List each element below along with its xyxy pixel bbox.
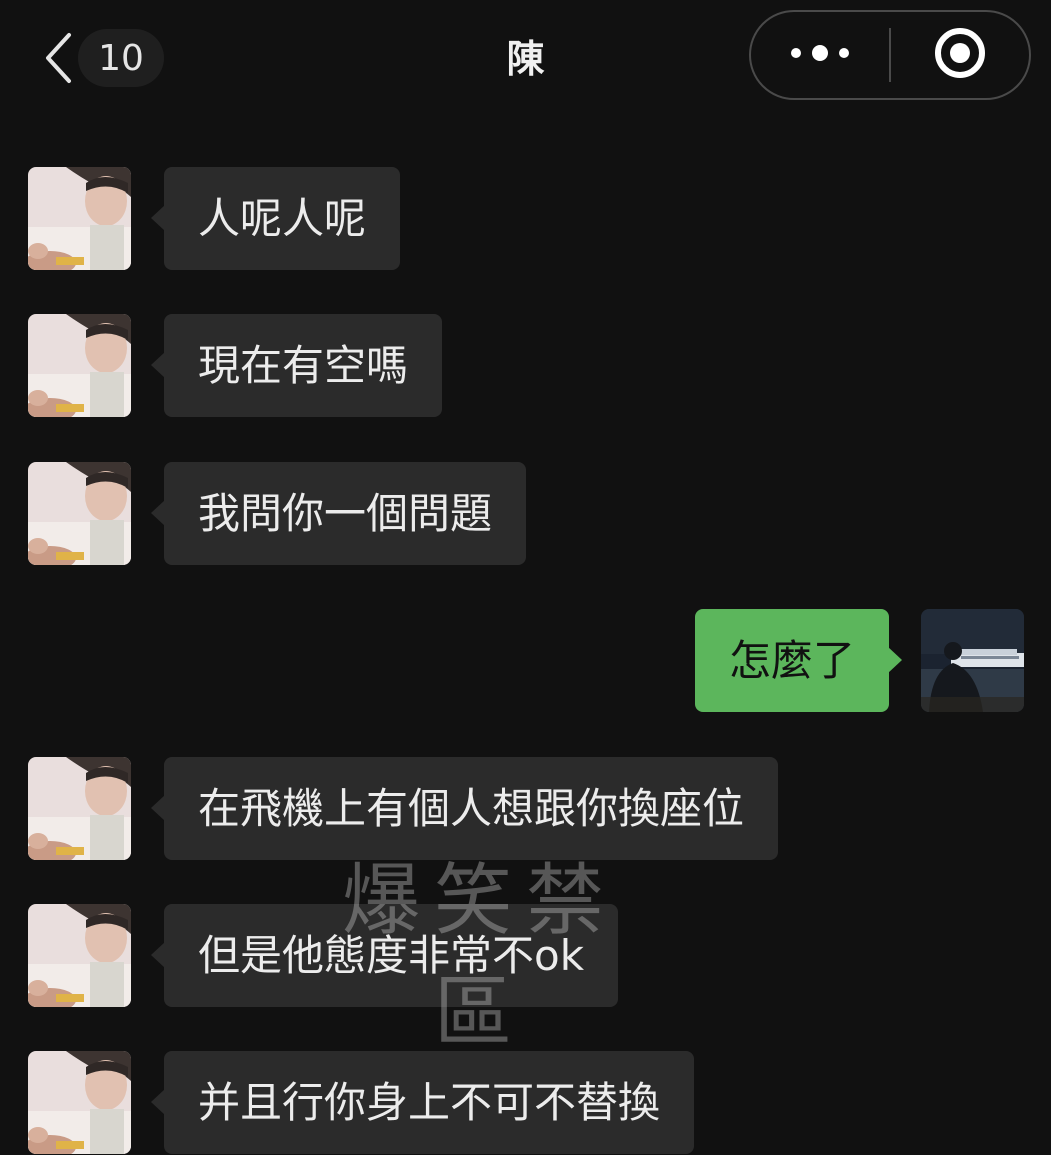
message-bubble[interactable]: 人呢人呢 <box>150 167 401 270</box>
close-button[interactable] <box>891 12 1029 98</box>
target-close-icon <box>932 25 988 85</box>
my-avatar[interactable] <box>921 609 1024 712</box>
message-row: 但是他態度非常不ok <box>0 904 1051 1008</box>
message-bubble[interactable]: 但是他態度非常不ok <box>150 904 619 1007</box>
message-bubble[interactable]: 在飛機上有個人想跟你換座位 <box>150 757 779 860</box>
mini-program-capsule <box>749 10 1031 100</box>
contact-avatar[interactable] <box>28 1051 131 1154</box>
contact-avatar[interactable] <box>28 462 131 565</box>
more-button[interactable] <box>751 12 889 98</box>
contact-avatar[interactable] <box>28 167 131 270</box>
contact-avatar[interactable] <box>28 757 131 860</box>
message-row: 人呢人呢 <box>0 167 1051 271</box>
message-bubble[interactable]: 現在有空嗎 <box>150 314 443 417</box>
message-row: 怎麼了 <box>0 609 1051 713</box>
more-dots-icon <box>788 43 852 67</box>
message-bubble[interactable]: 并且行你身上不可不替換 <box>150 1051 695 1154</box>
message-row: 并且行你身上不可不替換 <box>0 1051 1051 1155</box>
message-bubble[interactable]: 怎麼了 <box>694 609 903 712</box>
message-bubble[interactable]: 我問你一個問題 <box>150 462 527 565</box>
message-row: 我問你一個問題 <box>0 462 1051 566</box>
message-row: 現在有空嗎 <box>0 314 1051 418</box>
contact-avatar[interactable] <box>28 314 131 417</box>
message-row: 在飛機上有個人想跟你換座位 <box>0 757 1051 861</box>
contact-avatar[interactable] <box>28 904 131 1007</box>
